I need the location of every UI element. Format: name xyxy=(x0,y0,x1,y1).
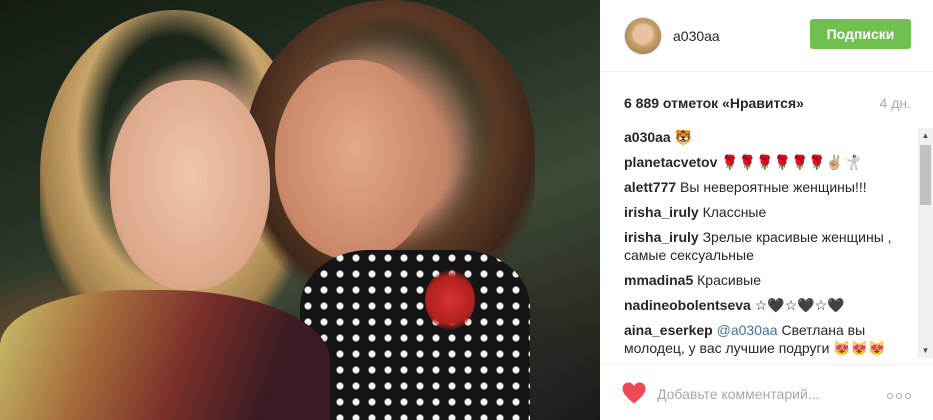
comment-text: 🐯 xyxy=(670,129,693,145)
comment-username[interactable]: irisha_iruly xyxy=(624,229,699,245)
photo-region xyxy=(275,60,435,260)
more-options-icon[interactable] xyxy=(887,393,911,399)
comment: irisha_iruly Классные xyxy=(624,203,912,221)
comment-mention[interactable]: @a030aa xyxy=(717,322,778,338)
comment-text: Красивые xyxy=(693,272,761,288)
add-comment-input[interactable] xyxy=(657,384,867,404)
comments-list: a030aa 🐯 planetacvetov 🌹🌹🌹🌹🌹🌹✌🏼🤺 alett77… xyxy=(624,128,912,358)
comment-text: Вы невероятные женщины!!! xyxy=(676,179,867,195)
dot-icon xyxy=(905,393,911,399)
follow-button[interactable]: Подписки xyxy=(810,19,911,49)
heart-icon[interactable] xyxy=(622,382,646,404)
comment: mmadina5 Красивые xyxy=(624,271,912,289)
photo-region xyxy=(300,250,530,420)
scroll-up-icon[interactable]: ▲ xyxy=(918,128,933,143)
scroll-down-icon[interactable]: ▼ xyxy=(918,343,933,358)
comment-username[interactable]: mmadina5 xyxy=(624,272,693,288)
comment-username[interactable]: irisha_iruly xyxy=(624,204,699,220)
comment-text: 🌹🌹🌹🌹🌹🌹✌🏼🤺 xyxy=(717,154,861,170)
comment: aina_eserkep @a030aa Светлана вы молодец… xyxy=(624,321,912,357)
photo-region xyxy=(110,80,270,290)
comments-scrollbar[interactable]: ▲ ▼ xyxy=(918,128,933,358)
comment-username[interactable]: planetacvetov xyxy=(624,154,717,170)
comment-text: ☆🖤☆🖤☆🖤 xyxy=(750,297,845,313)
photo-region xyxy=(425,270,475,330)
username[interactable]: a030aa xyxy=(673,28,720,44)
post-header: a030aa Подписки xyxy=(600,0,933,72)
comment: irisha_iruly Зрелые красивые женщины , с… xyxy=(624,228,912,264)
comment-username[interactable]: aina_eserkep xyxy=(624,322,713,338)
comment: a030aa 🐯 xyxy=(624,128,912,146)
post-stats: 6 889 отметок «Нравится» 4 дн. xyxy=(624,95,911,111)
dot-icon xyxy=(896,393,902,399)
comment-username[interactable]: nadineobolentseva xyxy=(624,297,751,313)
comment: planetacvetov 🌹🌹🌹🌹🌹🌹✌🏼🤺 xyxy=(624,153,912,171)
comment: nadineobolentseva ☆🖤☆🖤☆🖤 xyxy=(624,296,912,314)
comment: alett777 Вы невероятные женщины!!! xyxy=(624,178,912,196)
post-photo[interactable] xyxy=(0,0,600,420)
scrollbar-thumb[interactable] xyxy=(920,145,931,205)
photo-region xyxy=(0,290,330,420)
comment-username[interactable]: alett777 xyxy=(624,179,676,195)
dot-icon xyxy=(887,393,893,399)
comment-username[interactable]: a030aa xyxy=(624,129,671,145)
comment-text: Классные xyxy=(698,204,767,220)
likes-count[interactable]: 6 889 отметок «Нравится» xyxy=(624,95,804,111)
post-footer xyxy=(600,364,933,420)
post-age[interactable]: 4 дн. xyxy=(880,95,911,111)
avatar[interactable] xyxy=(624,16,662,55)
